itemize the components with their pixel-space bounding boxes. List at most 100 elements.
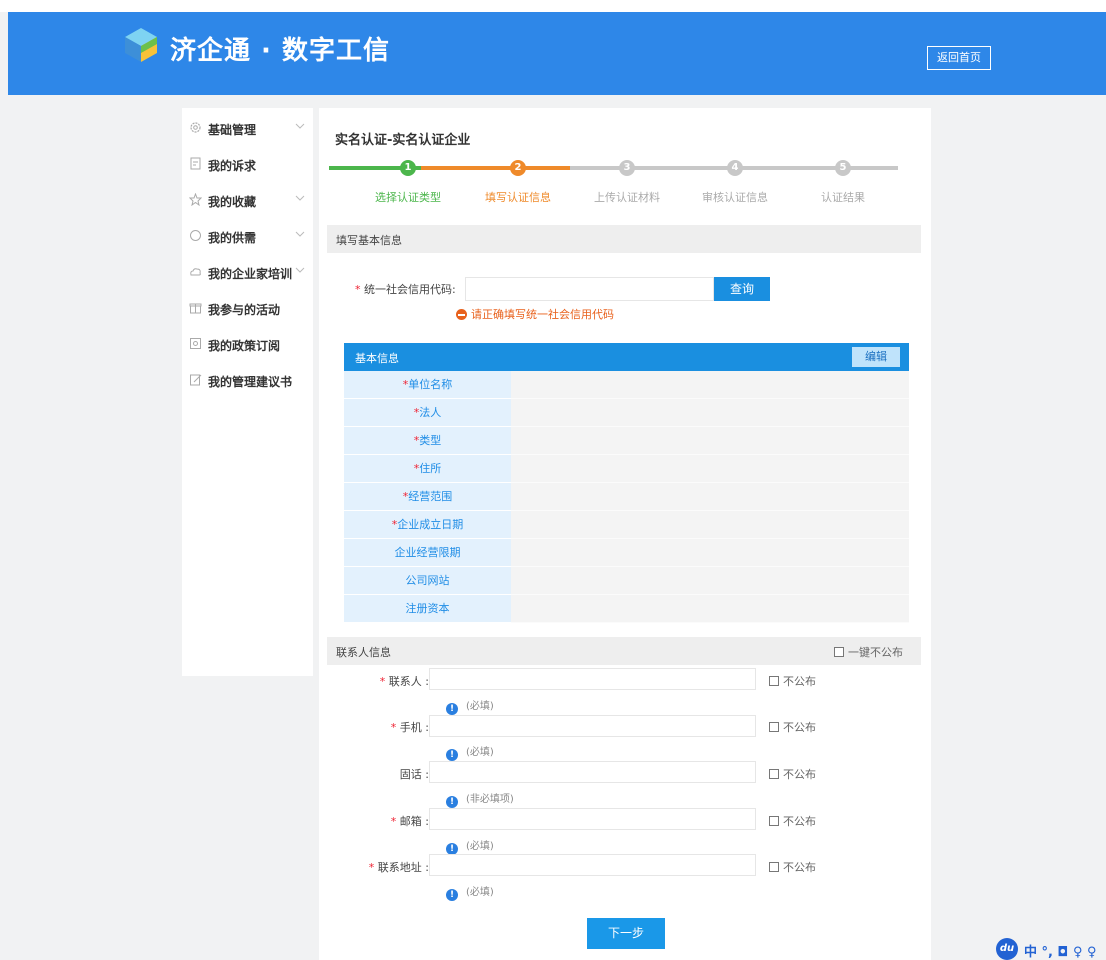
sidebar-item-label: 我的诉求 <box>208 159 257 173</box>
landline-label: 固话 : <box>399 768 429 781</box>
sidebar-item-basic-management[interactable]: 基础管理 <box>182 110 313 146</box>
sidebar-item-entrepreneur-training[interactable]: 我的企业家培训 <box>182 254 313 290</box>
row-value <box>511 539 909 567</box>
row-value <box>511 511 909 539</box>
contact-name-hint: ! (必填) <box>446 697 494 715</box>
sidebar-item-label: 我的供需 <box>208 231 257 245</box>
row-value <box>511 427 909 455</box>
table-row: *住所 <box>344 455 909 483</box>
address-hint: ! (必填) <box>446 883 494 901</box>
du-logo-icon[interactable]: du <box>996 938 1018 960</box>
circle-icon <box>190 230 201 241</box>
edit-button[interactable]: 编辑 <box>852 347 900 367</box>
row-value <box>511 371 909 399</box>
table-row: *经营范围 <box>344 483 909 511</box>
sidebar-item-management-proposal[interactable]: 我的管理建议书 <box>182 362 313 398</box>
row-label: *经营范围 <box>344 483 511 511</box>
table-row: *类型 <box>344 427 909 455</box>
landline-publish-checkbox[interactable]: 不公布 <box>769 766 816 782</box>
email-input[interactable] <box>429 808 756 830</box>
gear-icon <box>190 122 201 133</box>
step-1-label: 选择认证类型 <box>375 191 441 204</box>
sidebar-item-policy-subscription[interactable]: 我的政策订阅 <box>182 326 313 362</box>
address-publish-checkbox[interactable]: 不公布 <box>769 859 816 875</box>
subscription-icon <box>190 338 201 349</box>
step-2-label: 填写认证信息 <box>485 191 551 204</box>
sidebar-item-label: 我的企业家培训 <box>208 267 293 281</box>
query-button[interactable]: 查询 <box>714 277 770 301</box>
info-icon: ! <box>446 889 458 901</box>
sidebar: 基础管理 我的诉求 我的收藏 我的供需 我的企业家培训 我参与的活动 我的政策订… <box>182 108 313 676</box>
chevron-down-icon <box>295 231 305 237</box>
address-label: * 联系地址 : <box>368 861 429 874</box>
step-5-marker: 5 <box>835 160 851 176</box>
back-home-button[interactable]: 返回首页 <box>927 46 991 70</box>
contact-name-publish-checkbox[interactable]: 不公布 <box>769 673 816 689</box>
next-step-button[interactable]: 下一步 <box>587 918 665 949</box>
row-label: 注册资本 <box>344 595 511 623</box>
step-3-label: 上传认证材料 <box>594 191 660 204</box>
row-label: *法人 <box>344 399 511 427</box>
page-title: 实名认证-实名认证企业 <box>335 133 471 148</box>
table-title: 基本信息 <box>355 352 399 365</box>
gift-icon <box>189 303 202 314</box>
credit-code-error: 请正确填写统一社会信用代码 <box>456 306 614 322</box>
sidebar-item-label: 我的管理建议书 <box>208 375 293 389</box>
table-row: 企业经营限期 <box>344 539 909 567</box>
ime-toolbar[interactable]: du 中 °, ◘ ♀ ♀ <box>996 938 1106 960</box>
sidebar-item-my-favorites[interactable]: 我的收藏 <box>182 182 313 218</box>
table-row: 注册资本 <box>344 595 909 623</box>
step-4-marker: 4 <box>727 160 743 176</box>
row-label: *住所 <box>344 455 511 483</box>
row-label: 企业经营限期 <box>344 539 511 567</box>
phone-publish-checkbox[interactable]: 不公布 <box>769 719 816 735</box>
section-title: 填写基本信息 <box>336 234 402 247</box>
step-3-marker: 3 <box>619 160 635 176</box>
sidebar-item-label: 我的政策订阅 <box>208 339 281 353</box>
ime-status-text[interactable]: 中 °, ◘ ♀ ♀ <box>1024 941 1097 960</box>
sidebar-item-label: 基础管理 <box>208 123 257 137</box>
row-value <box>511 399 909 427</box>
table-row: *企业成立日期 <box>344 511 909 539</box>
sidebar-item-label: 我参与的活动 <box>208 303 281 317</box>
brand-logo-icon <box>125 28 157 62</box>
site-header: 济企通 · 数字工信 返回首页 <box>8 12 1106 95</box>
row-value <box>511 483 909 511</box>
cloud-icon <box>190 268 201 276</box>
address-input[interactable] <box>429 854 756 876</box>
row-label: 公司网站 <box>344 567 511 595</box>
table-row: *单位名称 <box>344 371 909 399</box>
table-row: 公司网站 <box>344 567 909 595</box>
edit-note-icon <box>190 374 202 386</box>
row-label: *类型 <box>344 427 511 455</box>
step-4-label: 审核认证信息 <box>702 191 768 204</box>
row-value <box>511 567 909 595</box>
step-5-label: 认证结果 <box>821 191 865 204</box>
info-icon: ! <box>446 796 458 808</box>
sidebar-item-my-activities[interactable]: 我参与的活动 <box>182 290 313 326</box>
brand-title: 济企通 · 数字工信 <box>170 36 390 66</box>
error-icon <box>456 309 467 320</box>
email-hint: ! (必填) <box>446 837 494 855</box>
sidebar-item-my-requests[interactable]: 我的诉求 <box>182 146 313 182</box>
table-row: *法人 <box>344 399 909 427</box>
basic-info-section-header: 填写基本信息 <box>327 225 921 253</box>
contact-name-label: * 联系人 : <box>379 675 429 688</box>
sidebar-item-supply-demand[interactable]: 我的供需 <box>182 218 313 254</box>
credit-code-input[interactable] <box>465 277 714 301</box>
document-icon <box>190 157 201 170</box>
phone-input[interactable] <box>429 715 756 737</box>
chevron-down-icon <box>295 267 305 273</box>
contact-name-input[interactable] <box>429 668 756 690</box>
landline-hint: ! (非必填项) <box>446 790 514 808</box>
row-value <box>511 595 909 623</box>
row-label: *企业成立日期 <box>344 511 511 539</box>
landline-input[interactable] <box>429 761 756 783</box>
info-icon: ! <box>446 749 458 761</box>
checkbox-icon <box>834 647 844 657</box>
chevron-down-icon <box>295 195 305 201</box>
phone-hint: ! (必填) <box>446 743 494 761</box>
sidebar-item-label: 我的收藏 <box>208 195 257 209</box>
email-publish-checkbox[interactable]: 不公布 <box>769 813 816 829</box>
publish-none-all-checkbox[interactable]: 一键不公布 <box>834 644 903 660</box>
